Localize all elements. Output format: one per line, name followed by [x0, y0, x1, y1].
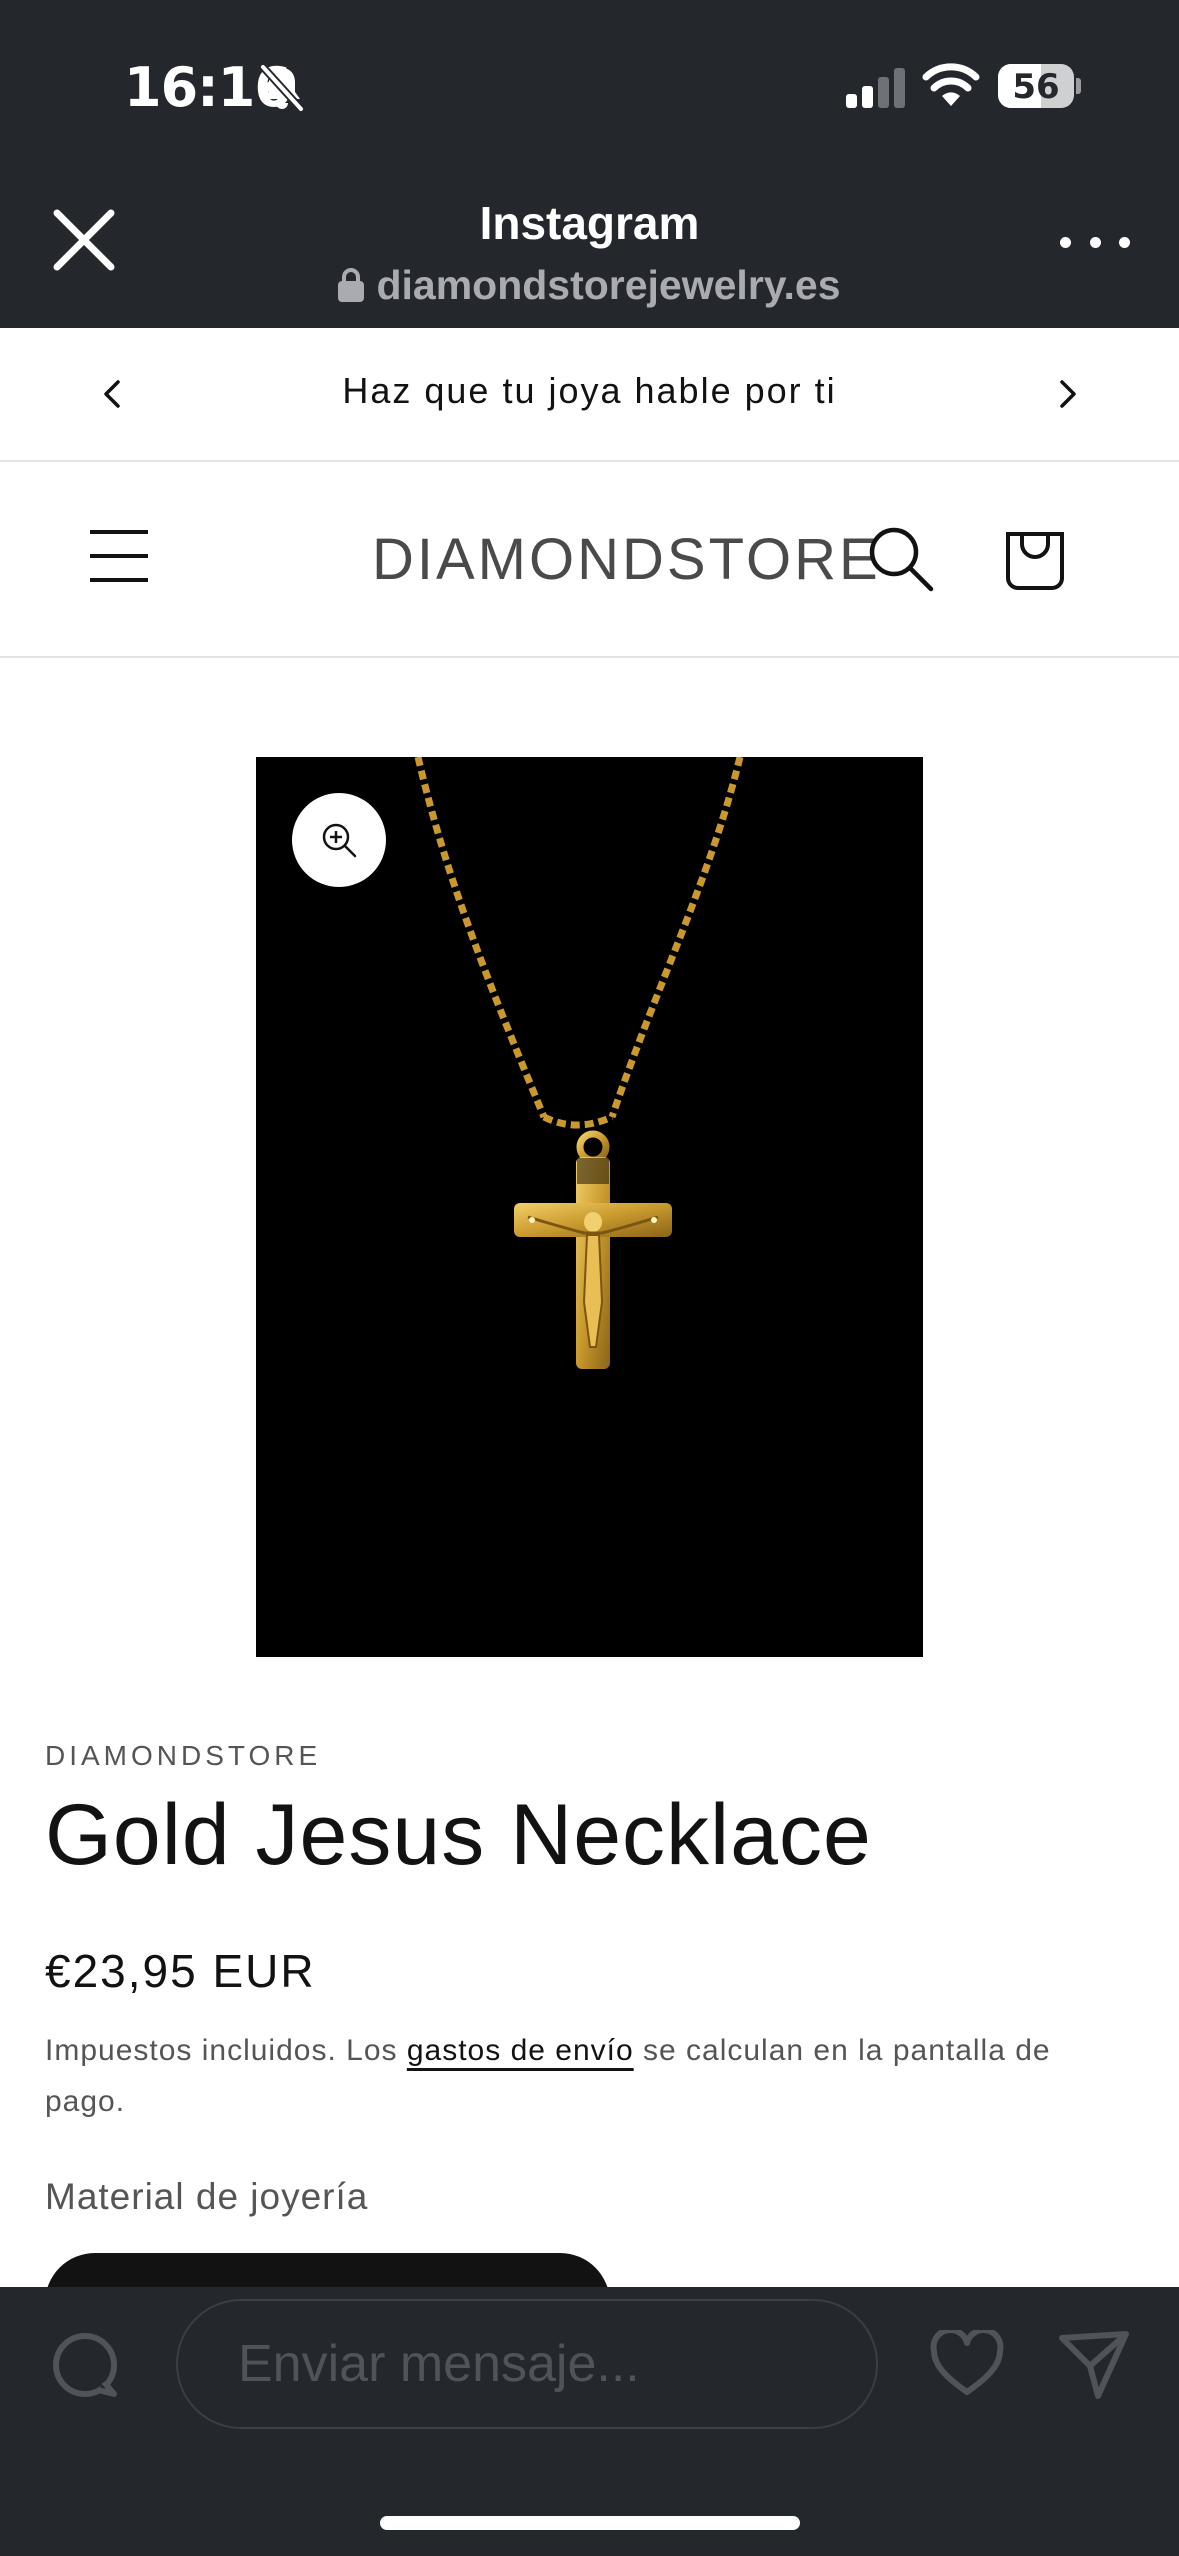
browser-title: Instagram	[479, 197, 700, 249]
site-header: DIAMONDSTORE	[0, 462, 1179, 658]
camera-icon[interactable]	[50, 2330, 120, 2400]
wifi-icon	[922, 63, 980, 106]
product-vendor: DIAMONDSTORE	[45, 1740, 322, 1771]
send-icon[interactable]	[1058, 2328, 1130, 2400]
tax-note-text: Impuestos incluidos. Los	[45, 2034, 407, 2067]
zoom-in-icon	[322, 823, 357, 858]
menu-icon[interactable]	[88, 528, 150, 584]
announcement-bar: Haz que tu joya hable por ti	[0, 328, 1179, 462]
more-icon	[1060, 236, 1071, 248]
necklace-illustration	[414, 757, 744, 1369]
message-input[interactable]	[176, 2299, 878, 2429]
battery-level: 56	[1012, 67, 1060, 107]
store-logo[interactable]: DIAMONDSTORE	[372, 526, 881, 593]
heart-icon[interactable]	[930, 2330, 1004, 2398]
battery-icon: 56	[998, 64, 1081, 108]
announcement-text: Haz que tu joya hable por ti	[342, 370, 837, 411]
more-options-button[interactable]	[1060, 222, 1130, 262]
material-label: Material de joyería	[45, 2176, 369, 2217]
product-price: €23,95 EUR	[45, 1945, 316, 1997]
home-indicator[interactable]	[380, 2516, 800, 2530]
chevron-right-icon[interactable]	[1048, 372, 1088, 416]
product-title: Gold Jesus Necklace	[45, 1787, 872, 1883]
signal-icon	[846, 68, 905, 108]
shipping-link[interactable]: gastos de envío	[407, 2034, 634, 2067]
search-icon[interactable]	[868, 526, 934, 592]
zoom-image-button[interactable]	[292, 793, 386, 887]
tax-note: Impuestos incluidos. Los gastos de envío…	[45, 2025, 1135, 2127]
browser-url-text: diamondstorejewelry.es	[376, 262, 841, 308]
lock-icon	[338, 268, 365, 302]
browser-url[interactable]: diamondstorejewelry.es	[0, 262, 1179, 309]
cart-icon[interactable]	[1004, 524, 1066, 590]
bell-slash-icon	[260, 64, 304, 112]
product-image[interactable]	[256, 757, 923, 1657]
